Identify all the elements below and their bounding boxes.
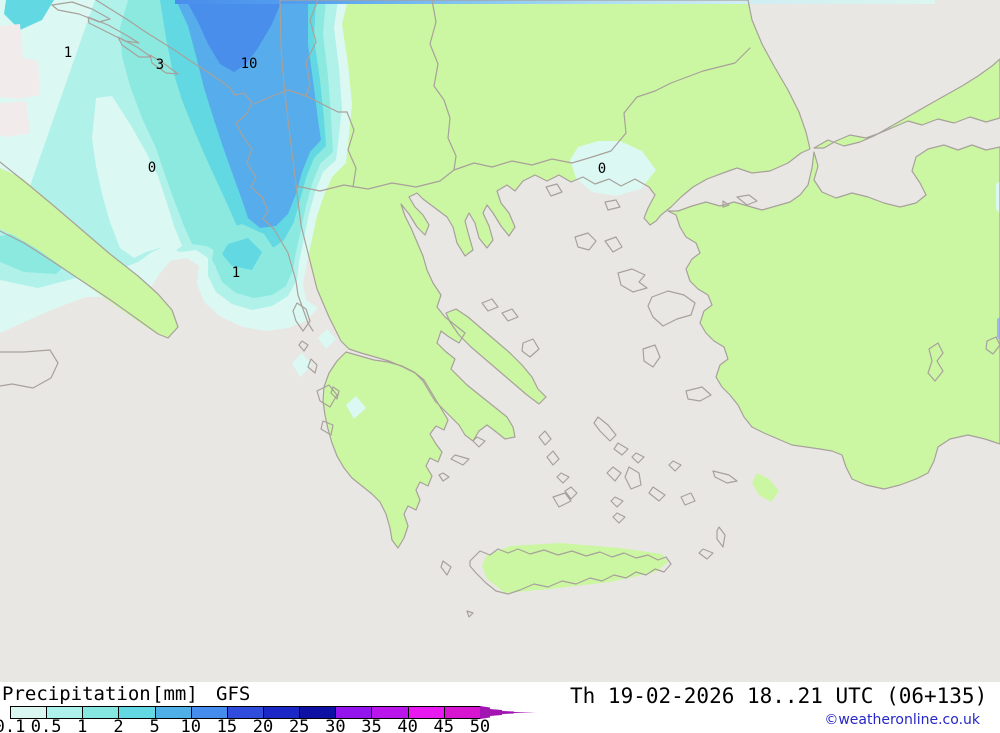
- legend-unit: [mm]: [152, 683, 198, 705]
- contour-label: 10: [241, 56, 258, 72]
- scale-tick-label: 20: [252, 717, 274, 733]
- contour-label: 0: [598, 161, 606, 177]
- scale-tick-label: 40: [397, 717, 418, 733]
- scale-tick-label: 1: [77, 717, 88, 733]
- forecast-datetime: Th 19-02-2026 18..21 UTC (06+135): [570, 684, 988, 708]
- copyright-link[interactable]: ©weatheronline.co.uk: [824, 712, 980, 728]
- legend-title: Precipitation: [2, 683, 151, 705]
- scale-tick-label: 25: [288, 717, 310, 733]
- scale-tick-label: 50: [469, 717, 491, 733]
- precipitation-map-svg: 1 3 10 0 1 0: [0, 0, 1000, 682]
- map-area[interactable]: 1 3 10 0 1 0: [0, 0, 1000, 682]
- legend-model-name: GFS: [216, 683, 251, 705]
- scale-tick-label: 0.5: [30, 717, 62, 733]
- weather-map-page: 1 3 10 0 1 0 Precipitation [mm] GFS 0.10…: [0, 0, 1000, 733]
- scale-tick-label: 35: [361, 717, 382, 733]
- scale-tick-label: 0.1: [0, 717, 26, 733]
- contour-label: 3: [156, 57, 164, 73]
- italy-dry-patch-2: [0, 101, 30, 137]
- contour-label: 0: [148, 160, 156, 176]
- legend-bar: Precipitation [mm] GFS 0.10.512510152025…: [0, 682, 1000, 733]
- scale-tick-label: 2: [113, 717, 124, 733]
- scale-tick-labels: 0.10.5125101520253035404550: [0, 717, 560, 733]
- scale-tick-label: 10: [180, 717, 201, 733]
- scale-tick-label: 45: [433, 717, 455, 733]
- scale-tick-label: 30: [325, 717, 346, 733]
- contour-label: 1: [64, 45, 72, 61]
- contour-label: 1: [232, 265, 240, 281]
- scale-tick-label: 5: [149, 717, 160, 733]
- scale-tick-label: 15: [216, 717, 238, 733]
